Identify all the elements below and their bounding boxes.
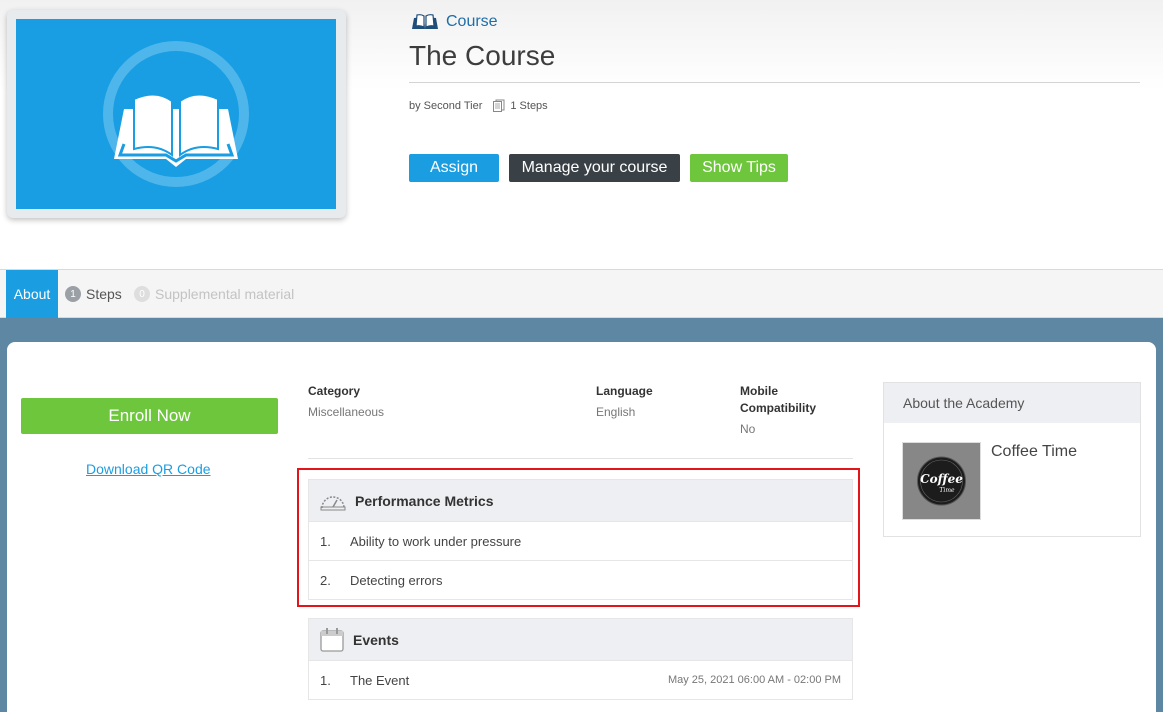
course-type-text: Course (446, 13, 498, 30)
course-steps-text: 1 Steps (510, 99, 548, 112)
logo-text-coffee: Coffee (920, 472, 963, 486)
course-thumbnail (16, 19, 336, 209)
course-type-label: Course (410, 13, 498, 31)
about-academy-panel: About the Academy Coffee Time Coffee Tim… (883, 382, 1141, 537)
logo-text-time: Time (939, 487, 955, 494)
page-title: The Course (409, 40, 556, 71)
calendar-icon (320, 627, 344, 652)
show-tips-button[interactable]: Show Tips (690, 154, 788, 182)
tab-supplemental-label: Supplemental material (155, 286, 295, 302)
open-book-icon (103, 41, 249, 187)
tab-about[interactable]: About (6, 270, 58, 318)
course-header: Course The Course by Second Tier 1 Steps… (0, 0, 1163, 270)
about-academy-title: About the Academy (884, 383, 1140, 423)
course-author: by Second Tier (409, 99, 483, 112)
tab-bar: About 1 Steps 0 Supplemental material (0, 269, 1163, 318)
steps-count-badge: 1 (65, 286, 81, 302)
title-divider (409, 82, 1140, 83)
events-header: Events (309, 619, 852, 660)
download-qr-code-link[interactable]: Download QR Code (86, 461, 211, 477)
list-item: 1. The Event May 25, 2021 06:00 AM - 02:… (309, 660, 852, 699)
category-value: Miscellaneous (308, 405, 385, 419)
pages-icon (493, 99, 505, 112)
academy-logo: Coffee Time (902, 442, 981, 520)
coffee-time-logo-icon: Coffee Time (917, 456, 966, 506)
course-thumbnail-frame (7, 10, 346, 218)
event-name[interactable]: The Event (350, 673, 409, 688)
manage-course-button[interactable]: Manage your course (509, 154, 680, 182)
enroll-now-button[interactable]: Enroll Now (21, 398, 278, 434)
events-title: Events (353, 631, 399, 648)
tab-supplemental-material[interactable]: 0 Supplemental material (134, 270, 294, 318)
book-icon (412, 14, 438, 29)
category-label: Category (308, 384, 361, 398)
event-date: May 25, 2021 06:00 AM - 02:00 PM (667, 674, 841, 686)
tab-steps[interactable]: 1 Steps (65, 270, 122, 318)
mobile-compatibility-value: No (740, 422, 756, 436)
events-panel: Events 1. The Event May 25, 2021 06:00 A… (308, 618, 853, 700)
assign-button[interactable]: Assign (409, 154, 499, 182)
tab-steps-label: Steps (86, 286, 122, 302)
course-meta: by Second Tier 1 Steps (409, 99, 548, 112)
language-label: Language (596, 384, 653, 398)
academy-name[interactable]: Coffee Time (991, 443, 1077, 461)
info-divider (308, 458, 853, 459)
mobile-compatibility-label: Mobile Compatibility (740, 384, 817, 415)
supplemental-count-badge: 0 (134, 286, 150, 302)
language-value: English (596, 405, 636, 419)
highlight-box (297, 468, 860, 607)
course-steps-count: 1 Steps (492, 99, 548, 112)
item-number: 1. (320, 672, 331, 688)
